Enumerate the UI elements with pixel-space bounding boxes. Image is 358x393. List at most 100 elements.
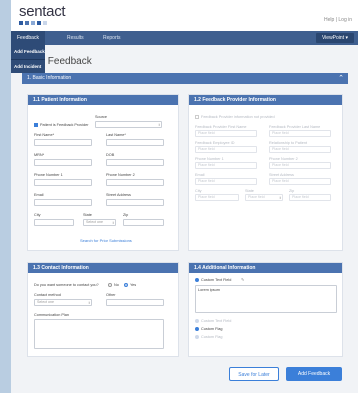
contact-method-select[interactable]: Select one: [34, 299, 92, 306]
provider-last-name-input[interactable]: Place field: [269, 130, 331, 137]
nav-feedback[interactable]: Feedback: [11, 31, 45, 45]
provider-first-name-label: Feedback Provider First Name: [195, 125, 247, 129]
provider-city-input[interactable]: Place field: [195, 194, 239, 201]
search-prior-link[interactable]: Search for Prior Submissions: [80, 238, 132, 243]
contact-question: Do you want someone to contact you?: [34, 283, 99, 287]
city-input[interactable]: [34, 219, 74, 226]
source-label: Source: [95, 115, 108, 119]
custom-flag-indicator: [195, 327, 199, 331]
provider-last-name-label: Feedback Provider Last Name: [269, 125, 321, 129]
provider-street-label: Street Address: [269, 173, 294, 177]
patient-info-panel: 1.1 Patient Information Source Patient i…: [27, 94, 179, 251]
phone2-label: Phone Number 2: [106, 173, 135, 177]
logo-dot: [25, 21, 29, 25]
nav-reports[interactable]: Reports: [103, 31, 121, 45]
contact-no-radio[interactable]: [108, 283, 112, 287]
provider-phone2-input[interactable]: Place field: [269, 162, 331, 169]
provider-email-input[interactable]: Place field: [195, 178, 257, 185]
relationship-label: Relationship to Patient: [269, 141, 307, 145]
top-header: sentact Help | Log in: [11, 0, 358, 31]
patient-is-provider-checkbox[interactable]: [34, 123, 38, 127]
main-nav: Feedback Results Reports ViewPoint ▾: [11, 31, 358, 45]
other-input[interactable]: [106, 299, 164, 306]
custom-flag2-label[interactable]: Custom Flag: [201, 335, 223, 339]
viewpoint-label: ViewPoint: [321, 35, 345, 41]
provider-not-provided-checkbox[interactable]: [195, 115, 199, 119]
edit-pencil-icon[interactable]: ✎: [241, 277, 244, 282]
relationship-input[interactable]: Place field: [269, 146, 331, 153]
provider-street-input[interactable]: Place field: [269, 178, 331, 185]
communication-plan-textarea[interactable]: [34, 319, 164, 349]
feedback-dropdown-menu: Add Feedback Add Incident: [11, 45, 45, 73]
custom-text-label: Custom Text Field: [201, 278, 232, 282]
section-banner-basic-info[interactable]: 1. Basic Information ⌃: [22, 73, 348, 84]
nav-results[interactable]: Results: [67, 31, 84, 45]
source-select[interactable]: [95, 121, 162, 128]
phone1-input[interactable]: [34, 179, 92, 186]
zip-label: Zip: [123, 213, 129, 217]
city-label: City: [34, 213, 41, 217]
menu-add-incident[interactable]: Add Incident: [11, 59, 45, 73]
last-name-label: Last Name*: [106, 133, 126, 137]
logo-dot: [19, 21, 23, 25]
custom-flag2-indicator: [195, 335, 199, 339]
add-feedback-button[interactable]: Add Feedback: [286, 367, 342, 381]
last-name-input[interactable]: [106, 139, 164, 146]
panel-title: 1.1 Patient Information: [28, 95, 178, 105]
contact-info-panel: 1.3 Contact Information Do you want some…: [27, 262, 179, 357]
provider-phone2-label: Phone Number 2: [269, 157, 298, 161]
dob-input[interactable]: [106, 159, 164, 166]
phone1-label: Phone Number 1: [34, 173, 63, 177]
dob-label: DOB: [106, 153, 115, 157]
viewpoint-button[interactable]: ViewPoint ▾: [315, 33, 354, 43]
email-input[interactable]: [34, 199, 92, 206]
custom-text-indicator: [195, 278, 199, 282]
mrn-label: MRN*: [34, 153, 45, 157]
contact-yes-radio[interactable]: [124, 283, 128, 287]
custom-text-textarea[interactable]: Lorem ipsum: [195, 285, 337, 313]
phone2-input[interactable]: [106, 179, 164, 186]
left-edge-bar: [0, 0, 11, 393]
additional-info-panel: 1.4 Additional Information Custom Text F…: [188, 262, 343, 357]
custom-text2-label[interactable]: Custom Text Field: [201, 319, 231, 323]
panel-title: 1.3 Contact Information: [28, 263, 178, 273]
first-name-label: First Name*: [34, 133, 55, 137]
provider-state-select[interactable]: Place field: [245, 194, 283, 201]
provider-city-label: City: [195, 189, 202, 193]
provider-phone1-input[interactable]: Place field: [195, 162, 257, 169]
chevron-down-icon: ▾: [345, 35, 348, 41]
email-label: Email: [34, 193, 44, 197]
mrn-input[interactable]: [34, 159, 92, 166]
zip-input[interactable]: [123, 219, 164, 226]
menu-add-feedback[interactable]: Add Feedback: [11, 45, 45, 59]
contact-yes-label: Yes: [130, 283, 137, 287]
state-label: State: [83, 213, 92, 217]
provider-zip-input[interactable]: Place field: [289, 194, 331, 201]
custom-text2-indicator: [195, 319, 199, 323]
logo-dot: [43, 21, 47, 25]
logo-dot: [37, 21, 41, 25]
provider-info-panel: 1.2 Feedback Provider Information Feedba…: [188, 94, 343, 251]
custom-flag-label[interactable]: Custom Flag: [201, 327, 223, 331]
contact-no-label: No: [114, 283, 119, 287]
other-label: Other: [106, 293, 116, 297]
panel-title: 1.2 Feedback Provider Information: [189, 95, 342, 105]
logo-dot: [31, 21, 35, 25]
first-name-input[interactable]: [34, 139, 92, 146]
chevron-up-icon[interactable]: ⌃: [338, 73, 344, 84]
provider-not-provided-label: Feedback Provider information not provid…: [201, 115, 275, 119]
help-login-links[interactable]: Help | Log in: [324, 17, 352, 23]
logo-mark: [19, 21, 47, 25]
street-label: Street Address: [106, 193, 131, 197]
state-select[interactable]: Select one: [83, 219, 116, 226]
provider-state-label: State: [245, 189, 254, 193]
provider-first-name-input[interactable]: Place field: [195, 130, 257, 137]
panel-title: 1.4 Additional Information: [189, 263, 342, 273]
communication-plan-label: Communication Plan: [34, 313, 70, 317]
save-for-later-button[interactable]: Save for Later: [229, 367, 279, 381]
logo: sentact: [19, 3, 66, 20]
employee-id-input[interactable]: Place field: [195, 146, 257, 153]
patient-is-provider-label: Patient is Feedback Provider: [40, 123, 89, 127]
street-input[interactable]: [106, 199, 164, 206]
contact-method-label: Contact method: [34, 293, 61, 297]
